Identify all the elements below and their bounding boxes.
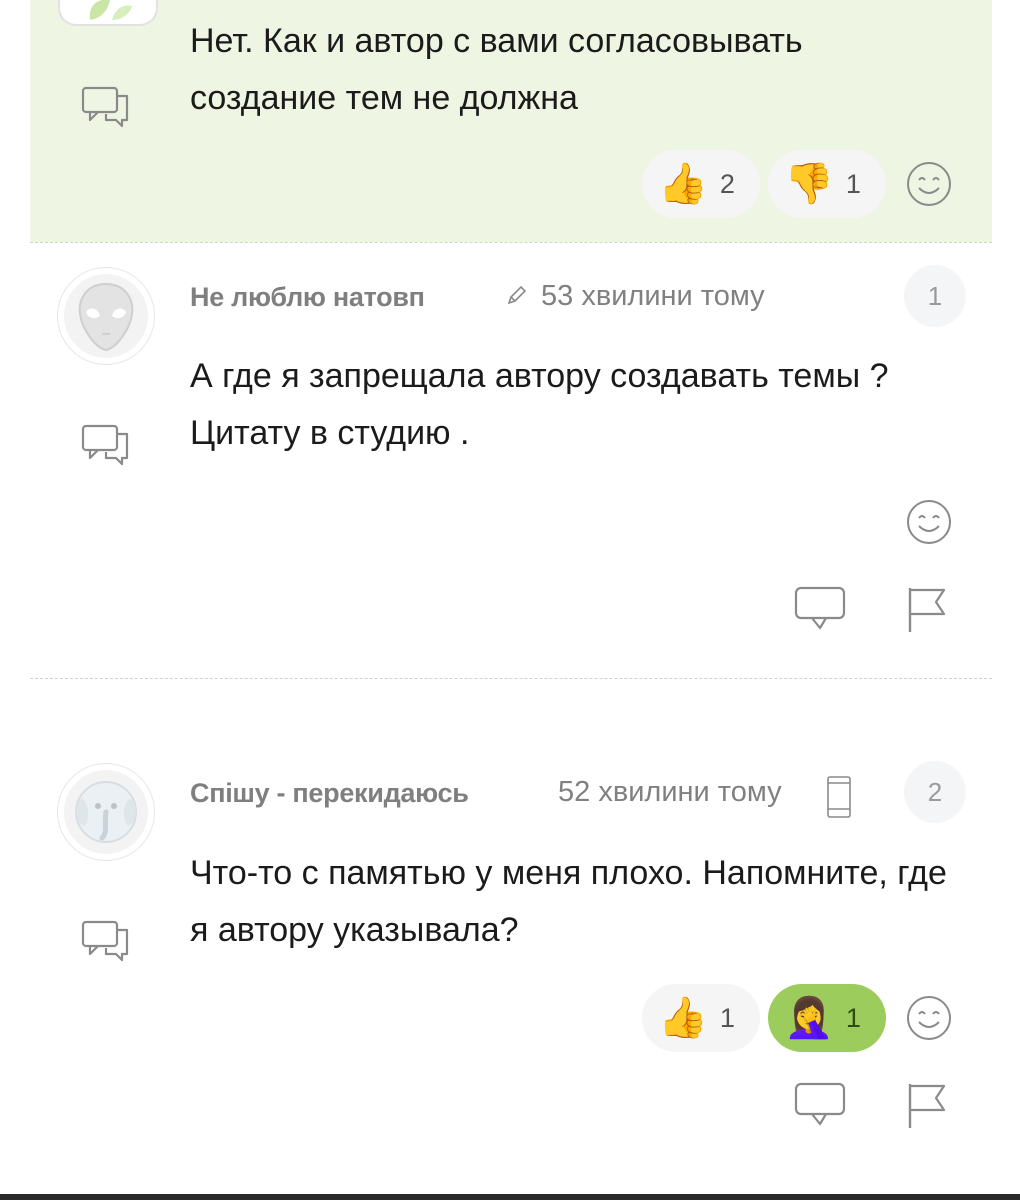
comment-number-badge: 2	[904, 761, 966, 823]
avatar[interactable]	[58, 268, 154, 364]
reaction-count: 1	[845, 168, 861, 199]
flag-icon[interactable]	[900, 1080, 956, 1132]
reply-bubble-icon[interactable]	[80, 84, 132, 128]
thumbs-up-icon: 👍	[658, 161, 708, 207]
bottom-bar	[0, 1194, 1020, 1200]
reaction-like[interactable]: 👍 2	[642, 150, 760, 218]
reaction-count: 1	[845, 1002, 861, 1033]
timestamp[interactable]: 52 хвилини тому	[558, 776, 782, 809]
smiley-icon[interactable]	[905, 994, 953, 1042]
reaction-facepalm[interactable]: 🤦‍♀️ 1	[768, 984, 886, 1052]
reaction-count: 2	[719, 168, 735, 199]
comment-icon[interactable]	[792, 1080, 848, 1132]
author-name[interactable]: Спішу - перекидаюсь	[190, 778, 469, 809]
comment-number-badge: 1	[904, 265, 966, 327]
comment-text: Что-то с памятью у меня плохо. Напомните…	[190, 854, 947, 949]
reaction-like[interactable]: 👍 1	[642, 984, 760, 1052]
alien-avatar-icon	[78, 282, 134, 352]
smiley-icon[interactable]	[905, 498, 953, 546]
thumbs-up-icon: 👍	[658, 995, 708, 1041]
comment-divider	[30, 678, 992, 679]
leaf-icon	[89, 0, 132, 20]
reply-bubble-icon[interactable]	[80, 422, 132, 466]
facepalm-icon: 🤦‍♀️	[784, 995, 834, 1041]
comment-highlighted: Нет. Как и автор с вами согласовывать со…	[0, 0, 1020, 242]
timestamp[interactable]: 53 хвилини тому	[541, 280, 765, 313]
flag-icon[interactable]	[900, 584, 956, 636]
avatar[interactable]	[58, 0, 158, 26]
reaction-dislike[interactable]: 👎 1	[768, 150, 886, 218]
comment-text: А где я запрещала автору создавать темы …	[190, 357, 889, 452]
comment-icon[interactable]	[792, 584, 848, 636]
thumbs-down-icon: 👎	[784, 161, 834, 207]
comment-divider	[30, 242, 992, 243]
reply-bubble-icon[interactable]	[80, 918, 132, 962]
mobile-phone-icon	[827, 776, 851, 818]
pencil-icon	[507, 285, 527, 305]
elephant-avatar-icon	[75, 781, 137, 843]
avatar[interactable]	[58, 764, 154, 860]
reaction-count: 1	[719, 1002, 735, 1033]
author-name[interactable]: Не люблю натовп	[190, 282, 425, 313]
smiley-icon[interactable]	[905, 160, 953, 208]
comment-text: Нет. Как и автор с вами согласовывать со…	[190, 22, 803, 117]
